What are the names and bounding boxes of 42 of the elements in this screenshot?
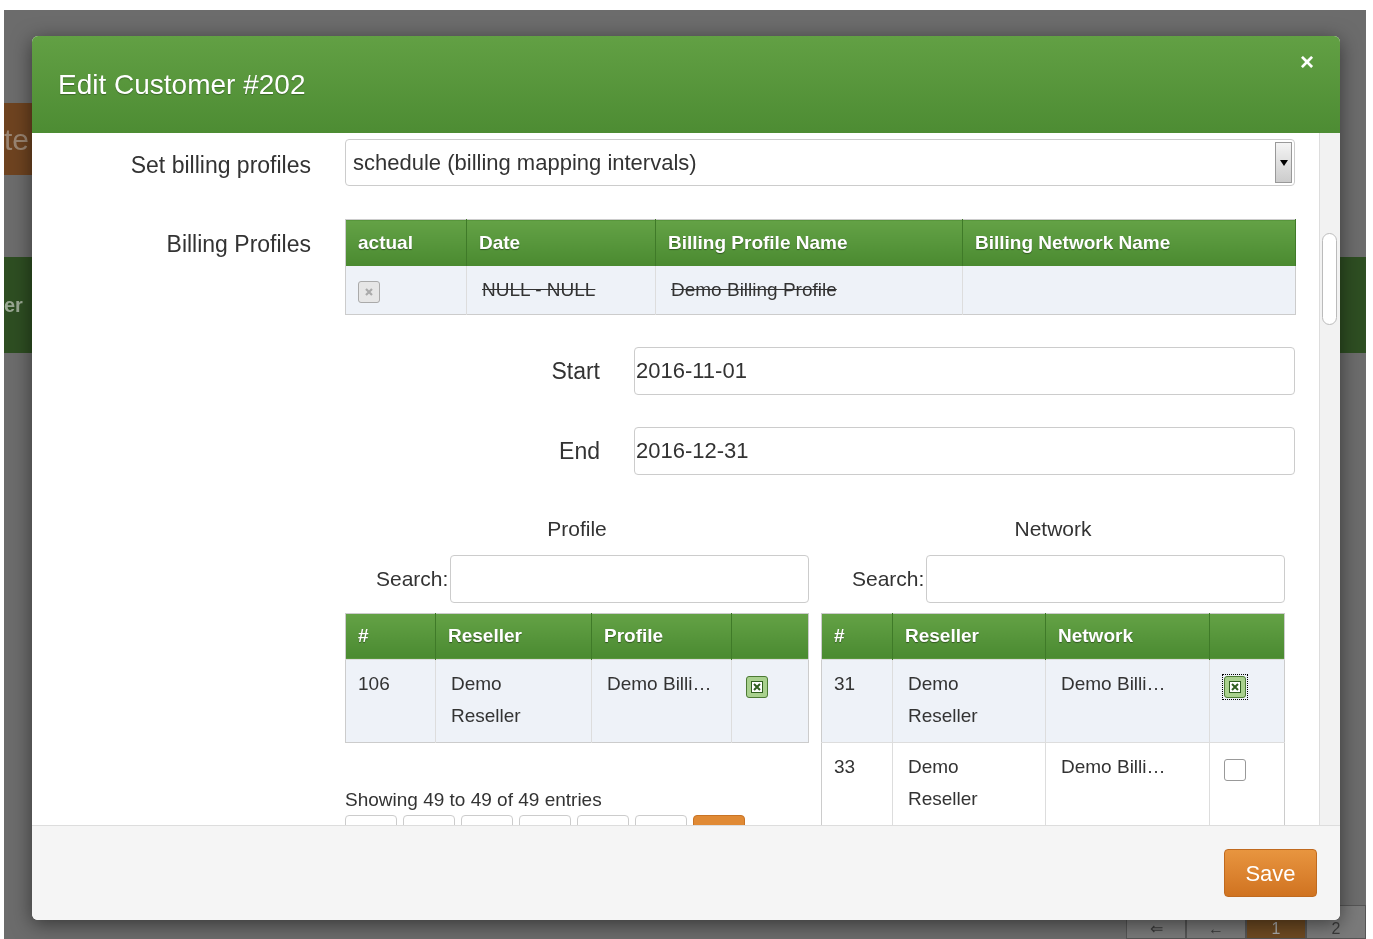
entries-info: Showing 49 to 49 of 49 entries — [345, 788, 603, 811]
x-icon — [364, 286, 374, 297]
column-header: Reseller — [892, 613, 1046, 659]
field-label: Set billing profiles — [129, 151, 311, 180]
x-icon — [1229, 680, 1241, 693]
field-label: End — [558, 436, 600, 466]
column-header: actual — [345, 219, 467, 266]
search-label: Search: — [376, 565, 449, 592]
checkbox[interactable] — [1224, 758, 1246, 781]
billing-mode-select[interactable]: schedule (billing mapping intervals) — [345, 139, 1295, 186]
section-title: Network — [1014, 516, 1092, 542]
table-cell: Demo Reseller — [892, 659, 1046, 742]
column-header: Billing Profile Name — [655, 219, 963, 266]
x-icon — [751, 680, 763, 693]
column-header: Reseller — [435, 613, 592, 659]
search-field[interactable] — [450, 554, 809, 603]
table-cell: 31 — [821, 659, 893, 742]
table-cell: 33 — [821, 742, 893, 825]
date-field[interactable]: 2016-12-31 — [634, 427, 1295, 475]
table-cell: Demo Reseller — [892, 742, 1046, 825]
column-header: Billing Network Name — [962, 219, 1296, 266]
column-header: # — [821, 613, 893, 659]
checkbox[interactable] — [1224, 675, 1246, 698]
table-cell: Demo Billi… — [1045, 742, 1210, 825]
table-cell: Demo Reseller — [435, 659, 592, 742]
column-header: # — [345, 613, 436, 659]
search-label: Search: — [852, 565, 925, 592]
checkbox[interactable] — [746, 675, 768, 698]
modal-title: Edit Customer #202 — [58, 67, 306, 102]
column-header: Date — [466, 219, 656, 266]
section-title: Profile — [547, 516, 607, 542]
search-field[interactable] — [926, 554, 1285, 603]
field-label: Billing Profiles — [165, 230, 311, 259]
column-header: Network — [1045, 613, 1210, 659]
field-label: Start — [550, 356, 600, 386]
table-cell: NULL - NULL — [466, 265, 656, 315]
table-cell: Demo Billing Profile — [655, 265, 963, 315]
table-cell: Demo Billi… — [591, 659, 732, 742]
column-header: Profile — [591, 613, 732, 659]
table-cell: 106 — [345, 659, 436, 742]
table-cell: Demo Billi… — [1045, 659, 1210, 742]
date-field[interactable]: 2016-11-01 — [634, 347, 1295, 395]
